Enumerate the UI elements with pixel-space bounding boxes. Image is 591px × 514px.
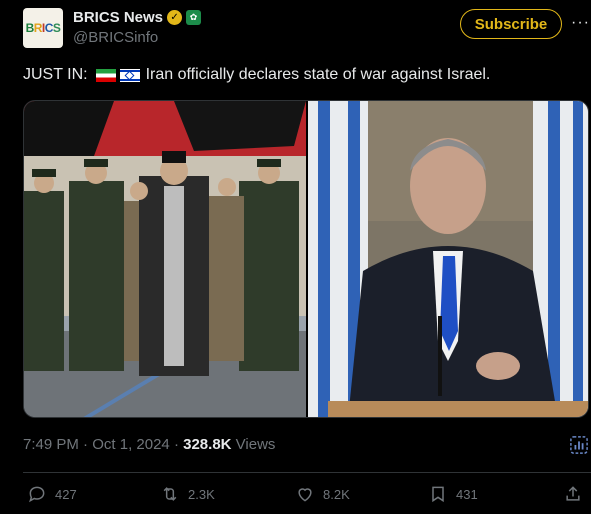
photo-military-leaders[interactable]: [24, 101, 306, 418]
reply-icon: [29, 486, 45, 503]
tweet-header: BRICS BRICS News ✓ ✿ @BRICSinfo Subscrib…: [23, 8, 591, 52]
analytics-icon[interactable]: [570, 436, 588, 454]
display-name[interactable]: BRICS News: [73, 9, 163, 26]
iran-flag-icon: [95, 68, 116, 82]
subscribe-button[interactable]: Subscribe: [460, 9, 562, 39]
tweet-meta: 7:49 PM · Oct 1, 2024 · 328.8K Views: [23, 436, 276, 453]
tweet-prefix: JUST IN:: [23, 66, 88, 83]
tweet-time[interactable]: 7:49 PM: [23, 436, 79, 453]
repost-icon: [163, 487, 177, 501]
repost-count: 2.3K: [188, 486, 215, 502]
tweet-text: JUST IN: Iran officially declares state …: [23, 66, 490, 84]
repost-button[interactable]: 2.3K: [160, 484, 215, 504]
reply-count: 427: [55, 486, 77, 502]
views-count: 328.8K: [183, 436, 232, 453]
bookmark-button[interactable]: 431: [428, 484, 478, 504]
share-button[interactable]: [563, 484, 583, 504]
handle[interactable]: @BRICSinfo: [73, 29, 201, 46]
action-bar: 427 2.3K 8.2K 431: [23, 484, 589, 506]
tweet-body: Iran officially declares state of war ag…: [145, 66, 491, 83]
views-label: Views: [235, 436, 276, 453]
israel-flag-icon: [119, 68, 140, 82]
affiliate-badge-icon[interactable]: ✿: [186, 10, 202, 25]
reply-button[interactable]: 427: [27, 484, 77, 504]
bookmark-count: 431: [456, 486, 478, 502]
divider: [23, 472, 591, 473]
heart-icon: [298, 488, 312, 502]
bookmark-icon: [432, 486, 444, 503]
tweet-media[interactable]: [23, 100, 589, 418]
share-icon: [566, 486, 580, 501]
like-count: 8.2K: [323, 486, 350, 502]
author-block: BRICS News ✓ ✿ @BRICSinfo: [73, 9, 202, 46]
more-options-icon[interactable]: ···: [571, 14, 590, 32]
avatar[interactable]: BRICS: [23, 8, 63, 48]
tweet-date[interactable]: Oct 1, 2024: [92, 436, 170, 453]
photo-speaker-podium[interactable]: [308, 101, 589, 418]
like-button[interactable]: 8.2K: [295, 484, 350, 504]
gold-check-icon[interactable]: ✓: [167, 10, 183, 25]
